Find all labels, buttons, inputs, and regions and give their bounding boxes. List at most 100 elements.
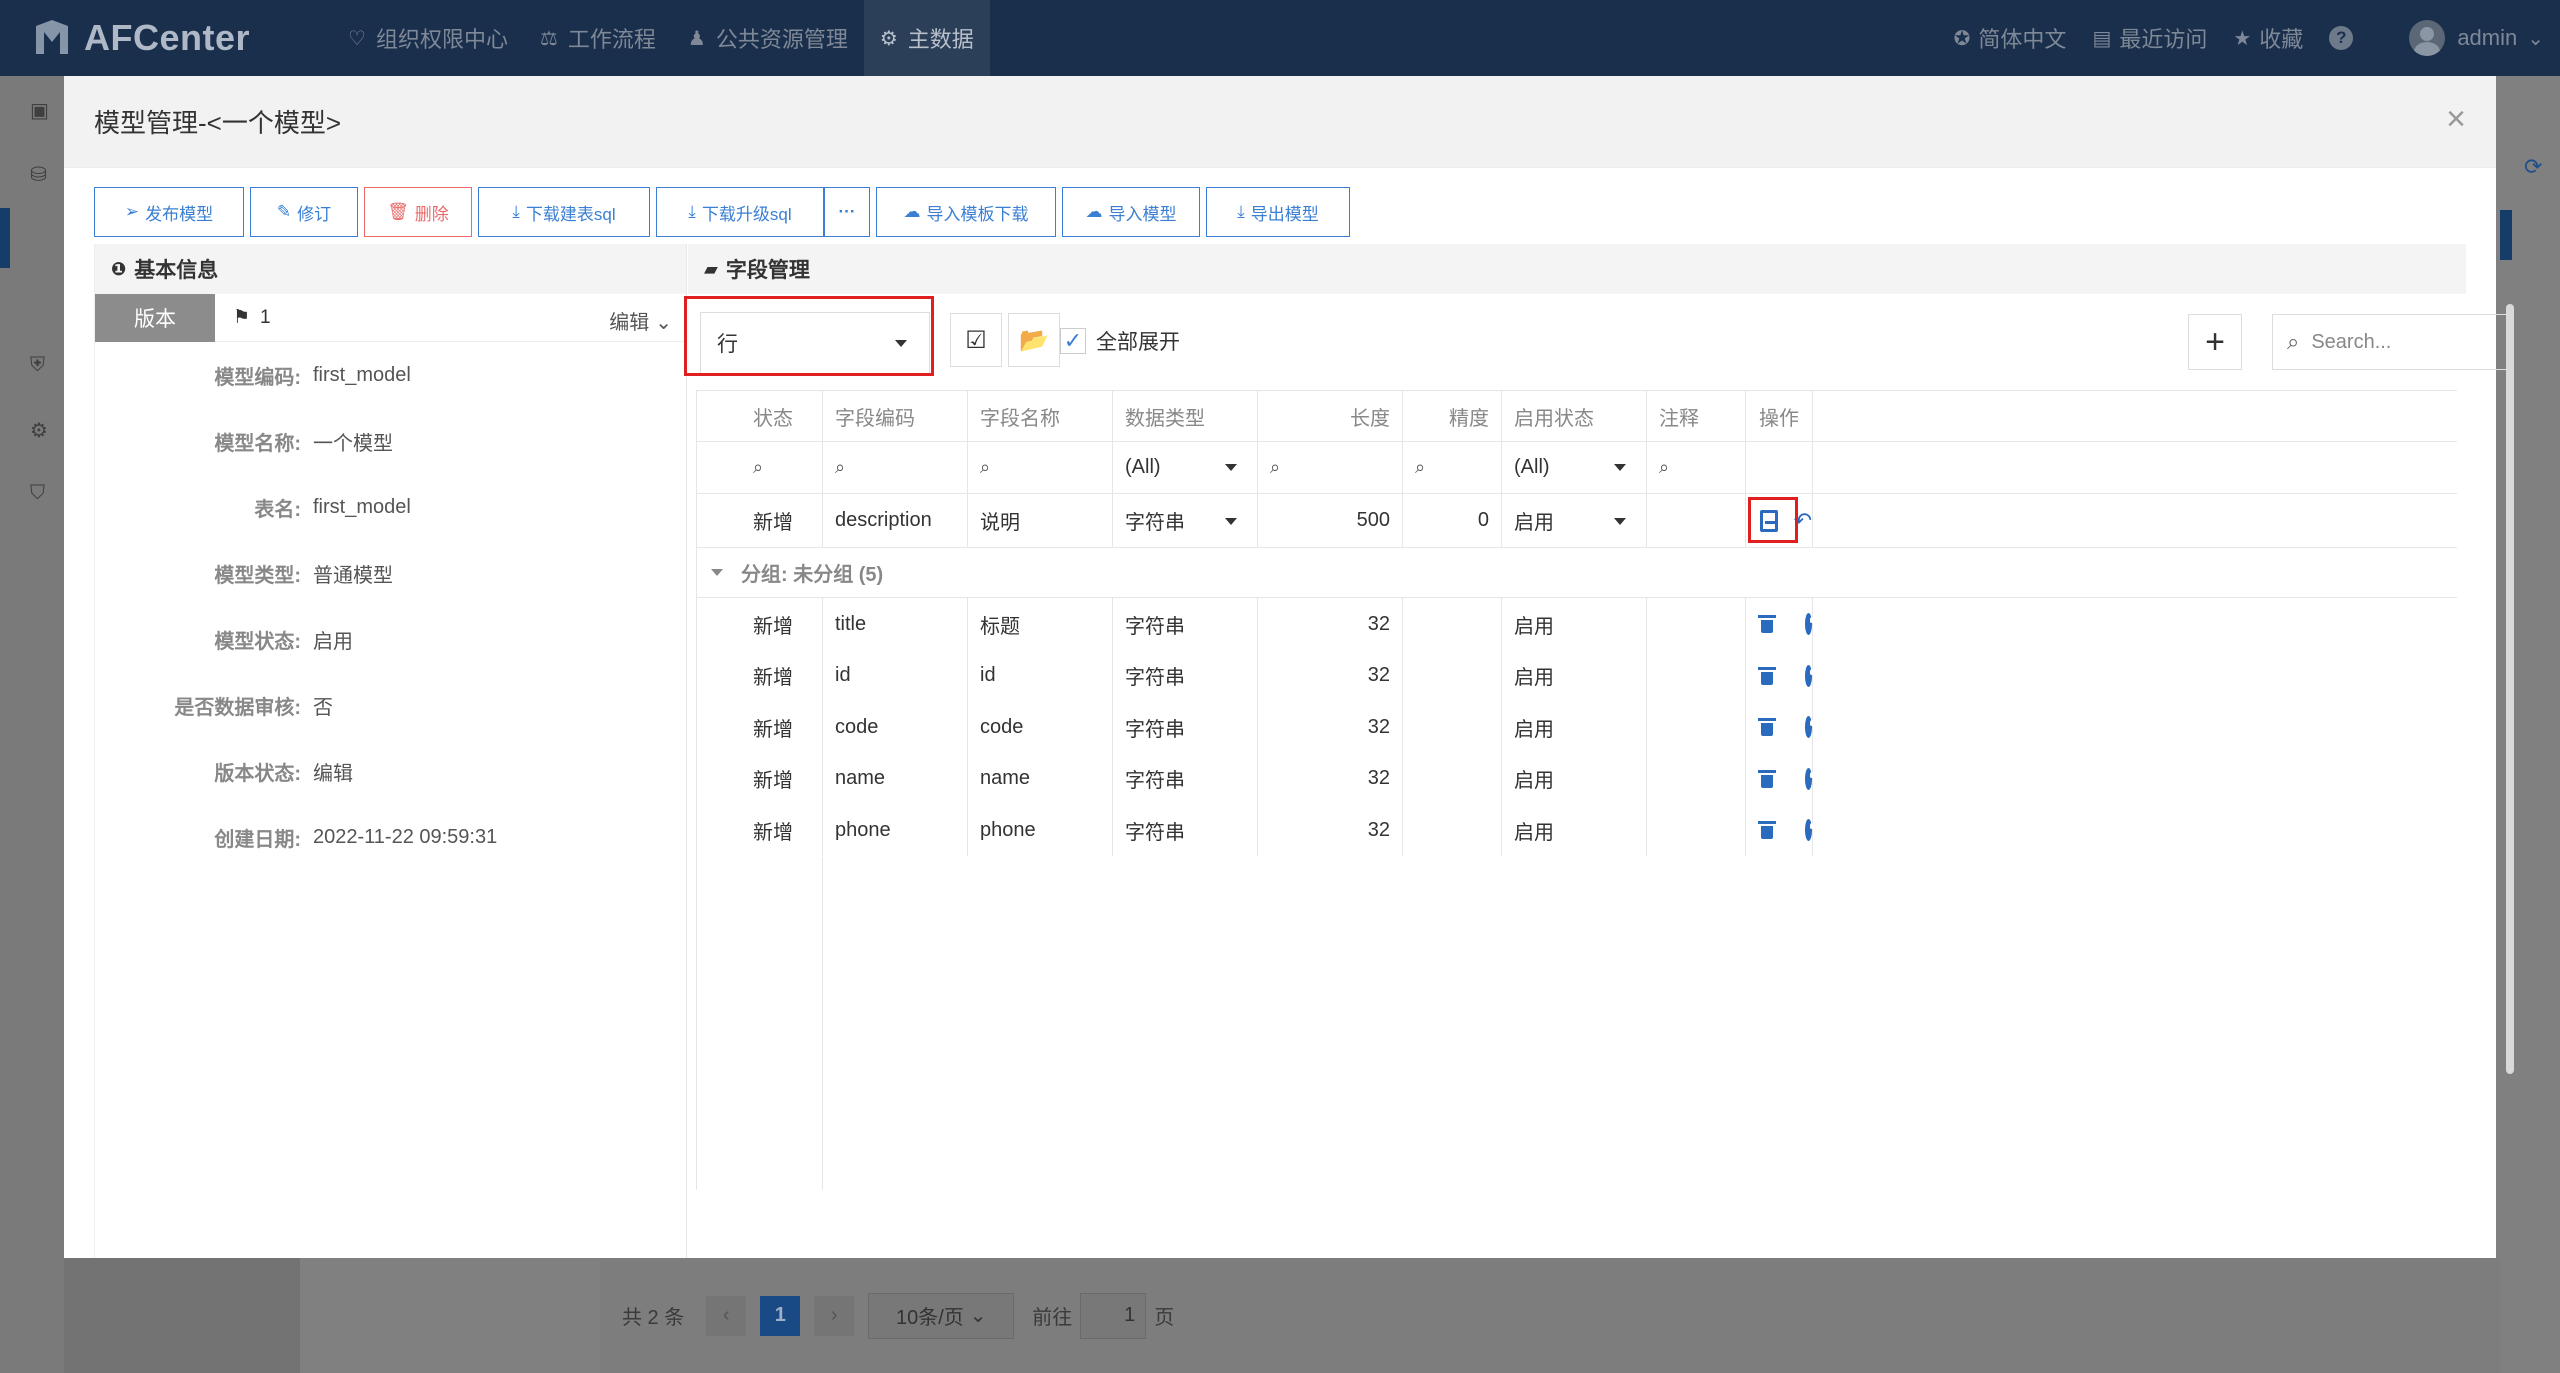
edit-cell-comment[interactable] xyxy=(1647,494,1746,547)
import-model-button[interactable]: ☁ 导入模型 xyxy=(1062,187,1200,237)
checkbox-checked-icon: ✓ xyxy=(1060,328,1086,354)
nav-workflow[interactable]: ⚖ 工作流程 xyxy=(524,0,672,76)
info-value: 一个模型 xyxy=(313,432,393,455)
column-header[interactable]: 注释 xyxy=(1647,391,1746,441)
column-header[interactable]: 数据类型 xyxy=(1113,391,1258,441)
language-label: 简体中文 xyxy=(1978,27,2067,52)
publish-model-button[interactable]: ➢ 发布模型 xyxy=(94,187,244,237)
cell-value: title xyxy=(835,612,867,635)
open-folder-button[interactable]: 📂 xyxy=(1008,313,1060,367)
trash-icon[interactable] xyxy=(1758,769,1775,788)
grid-scrollbar[interactable] xyxy=(2506,304,2514,1074)
user-menu[interactable]: admin ⌄ xyxy=(2409,20,2544,56)
more-actions-button[interactable]: ··· xyxy=(824,187,870,237)
caret-down-icon[interactable] xyxy=(711,569,723,576)
field-management-panel: ▰ 字段管理 行 ☑ 📂 ✓ 全部展开 + ⌕ 状态字段编码字段名称数据类型长度… xyxy=(684,244,2514,1258)
close-icon[interactable]: × xyxy=(2446,102,2466,136)
shield-check-icon: ⛉ xyxy=(30,482,45,504)
trash-icon[interactable] xyxy=(1758,718,1775,736)
brand-logo[interactable]: AFCenter xyxy=(32,17,332,59)
background-accent-band xyxy=(2500,210,2512,260)
column-header[interactable]: 精度 xyxy=(1403,391,1502,441)
filter-cell[interactable]: ⌕ xyxy=(823,442,968,493)
cell-enabled: 启用 xyxy=(1502,804,1647,856)
version-indicator: ⚑ 1 xyxy=(233,306,271,329)
globe-icon[interactable] xyxy=(1804,819,1823,841)
language-icon: ✪ xyxy=(1953,27,1971,50)
filter-cell[interactable]: ⌕ xyxy=(1258,442,1403,493)
cell-value: code xyxy=(835,715,879,738)
pagination-prev[interactable]: ‹ xyxy=(706,1295,747,1336)
sliders-icon: ⚙ xyxy=(879,27,898,50)
nav-public-resources[interactable]: ♟ 公共资源管理 xyxy=(672,0,864,76)
chevron-down-icon: ⌄ xyxy=(2527,27,2544,50)
filter-cell[interactable]: ⌕ xyxy=(968,442,1113,493)
recent-visits[interactable]: ▤ 最近访问 xyxy=(2092,22,2207,54)
column-header[interactable]: 字段编码 xyxy=(823,391,968,441)
help-icon: ? xyxy=(2329,26,2354,50)
column-chooser-button[interactable]: ☑ xyxy=(950,313,1002,367)
pagination-goto-input[interactable]: 1 xyxy=(1080,1292,1147,1339)
globe-icon[interactable] xyxy=(1804,664,1823,687)
help-button[interactable]: ? xyxy=(2329,26,2354,50)
edit-cell-enabled[interactable]: 启用 xyxy=(1502,494,1647,547)
cell-value: 启用 xyxy=(1514,667,1554,689)
edit-cell-type[interactable]: 字符串 xyxy=(1113,494,1258,547)
delete-button[interactable]: 🗑 删除 xyxy=(364,187,472,237)
cell-comment xyxy=(1647,649,1746,702)
info-row: 模型类型: 普通模型 xyxy=(95,540,686,606)
cell-value: id xyxy=(835,664,851,686)
add-field-button[interactable]: + xyxy=(2188,314,2242,370)
column-header[interactable]: 操作 xyxy=(1746,391,1813,441)
favorites[interactable]: ★ 收藏 xyxy=(2233,22,2303,54)
pagination-page-size[interactable]: 10条/页 ⌄ xyxy=(868,1292,1015,1339)
edit-cell-precision[interactable]: 0 xyxy=(1403,494,1502,547)
revise-button[interactable]: ✎ 修订 xyxy=(250,187,358,237)
search-input[interactable] xyxy=(2311,330,2492,354)
cell-precision xyxy=(1403,752,1502,805)
column-header[interactable]: 长度 xyxy=(1258,391,1403,441)
edit-cell-length[interactable]: 500 xyxy=(1258,494,1403,547)
filter-cell[interactable]: (All) xyxy=(1502,442,1647,493)
globe-icon[interactable] xyxy=(1804,613,1823,635)
page-size-label: 10条/页 xyxy=(895,1307,964,1329)
pagination-next[interactable]: › xyxy=(814,1295,855,1336)
trash-icon[interactable] xyxy=(1758,666,1775,685)
cell-code: id xyxy=(823,649,968,702)
cell-status: 新增 xyxy=(697,752,823,805)
edit-cell-name[interactable]: 说明 xyxy=(968,494,1113,547)
column-header-label: 长度 xyxy=(1350,407,1390,430)
globe-icon[interactable] xyxy=(1804,716,1823,738)
filter-cell[interactable]: ⌕ xyxy=(1647,442,1746,493)
cell-name: name xyxy=(968,752,1113,805)
trash-icon[interactable] xyxy=(1758,615,1775,633)
download-upgrade-sql-button[interactable]: ⤓ 下载升级sql xyxy=(656,187,824,237)
cell-code: code xyxy=(823,701,968,753)
pagination-current-page[interactable]: 1 xyxy=(760,1295,801,1336)
filter-cell[interactable]: (All) xyxy=(1113,442,1258,493)
nav-master-data[interactable]: ⚙ 主数据 xyxy=(863,0,990,76)
save-icon[interactable] xyxy=(1760,509,1778,532)
version-tab[interactable]: 版本 xyxy=(95,293,215,342)
edit-cell-code[interactable]: description xyxy=(823,494,968,547)
column-header[interactable]: 状态 xyxy=(697,391,823,441)
column-header[interactable]: 字段名称 xyxy=(968,391,1113,441)
nav-org-permission[interactable]: ♡ 组织权限中心 xyxy=(332,0,524,76)
import-template-download-button[interactable]: ☁ 导入模板下载 xyxy=(876,187,1056,237)
trash-icon[interactable] xyxy=(1758,821,1775,839)
expand-all-label: 全部展开 xyxy=(1096,331,1180,354)
version-edit-dropdown[interactable]: 编辑 ⌄ xyxy=(609,306,672,335)
language-switch[interactable]: ✪ 简体中文 xyxy=(1954,22,2067,54)
globe-icon[interactable] xyxy=(1804,767,1823,790)
info-label: 版本状态: xyxy=(214,762,301,785)
expand-all-checkbox[interactable]: ✓ 全部展开 xyxy=(1060,326,1180,356)
filter-cell[interactable]: ⌕ xyxy=(697,442,823,493)
column-header[interactable]: 启用状态 xyxy=(1502,391,1647,441)
username: admin xyxy=(2457,25,2518,50)
nav-label: 主数据 xyxy=(907,27,974,52)
filter-cell[interactable]: ⌕ xyxy=(1403,442,1502,493)
export-model-button[interactable]: ⤓ 导出模型 xyxy=(1206,187,1350,237)
download-create-sql-button[interactable]: ⤓ 下载建表sql xyxy=(478,187,650,237)
edit-cell-status[interactable]: 新增 xyxy=(697,494,823,547)
cell-precision xyxy=(1403,701,1502,753)
